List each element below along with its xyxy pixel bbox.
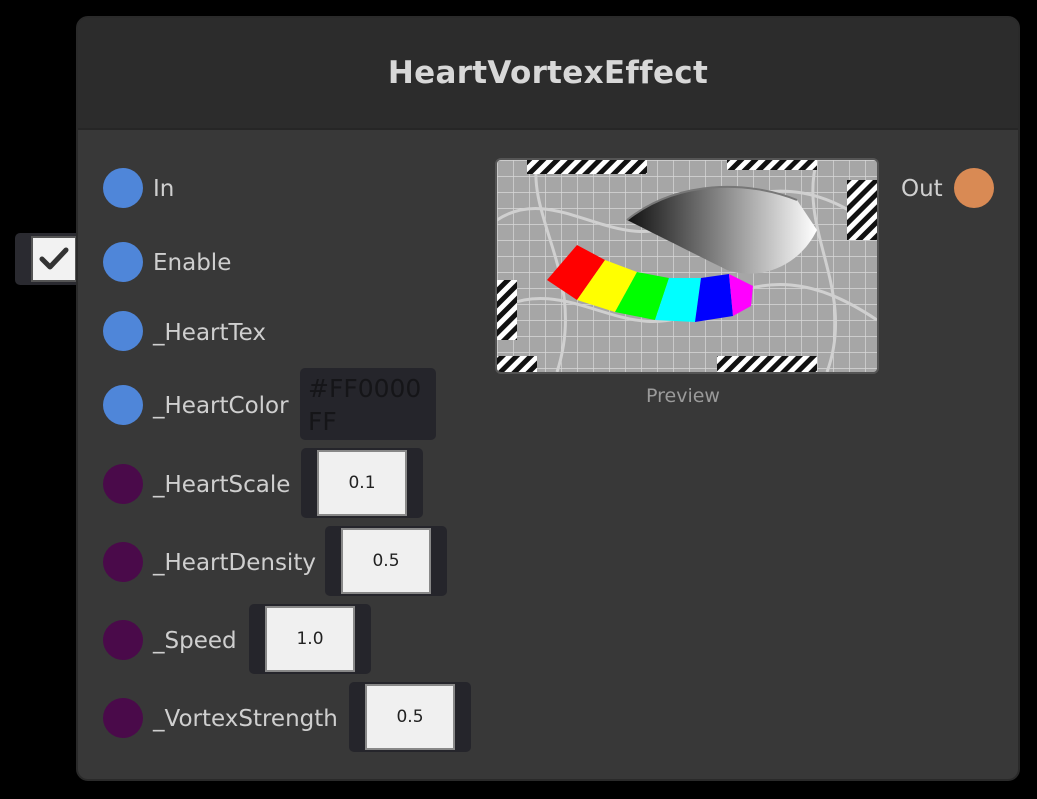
port-label-vortex-strength: _VortexStrength — [153, 706, 338, 732]
vortex-strength-input[interactable]: 0.5 — [365, 684, 455, 750]
speed-input[interactable]: 1.0 — [265, 606, 355, 672]
port-heart-tex[interactable] — [103, 311, 143, 351]
heart-density-input[interactable]: 0.5 — [341, 528, 431, 594]
node-title: HeartVortexEffect — [387, 55, 709, 91]
preview-texture — [497, 160, 877, 372]
port-heart-density[interactable] — [103, 542, 143, 582]
port-out[interactable] — [954, 168, 994, 208]
port-label-heart-tex: _HeartTex — [153, 320, 267, 346]
port-label-in: In — [153, 176, 175, 202]
preview-image — [495, 158, 879, 374]
port-in[interactable] — [103, 168, 143, 208]
heart-scale-input[interactable]: 0.1 — [317, 450, 407, 516]
port-label-speed: _Speed — [153, 628, 237, 654]
port-label-enable: Enable — [153, 250, 232, 276]
checkmark-icon — [39, 247, 69, 270]
preview-label: Preview — [646, 385, 720, 407]
port-speed[interactable] — [103, 620, 143, 660]
port-label-heart-scale: _HeartScale — [153, 472, 291, 498]
port-enable[interactable] — [103, 242, 143, 282]
port-heart-scale[interactable] — [103, 464, 143, 504]
port-heart-color[interactable] — [103, 385, 143, 425]
port-label-heart-density: _HeartDensity — [153, 550, 316, 576]
node-header[interactable]: HeartVortexEffect — [78, 18, 1018, 130]
enable-checkbox[interactable] — [31, 236, 77, 282]
port-label-out: Out — [901, 176, 943, 202]
port-label-heart-color: _HeartColor — [153, 393, 289, 419]
heart-color-field[interactable]: #FF0000FF — [300, 368, 436, 440]
port-vortex-strength[interactable] — [103, 698, 143, 738]
